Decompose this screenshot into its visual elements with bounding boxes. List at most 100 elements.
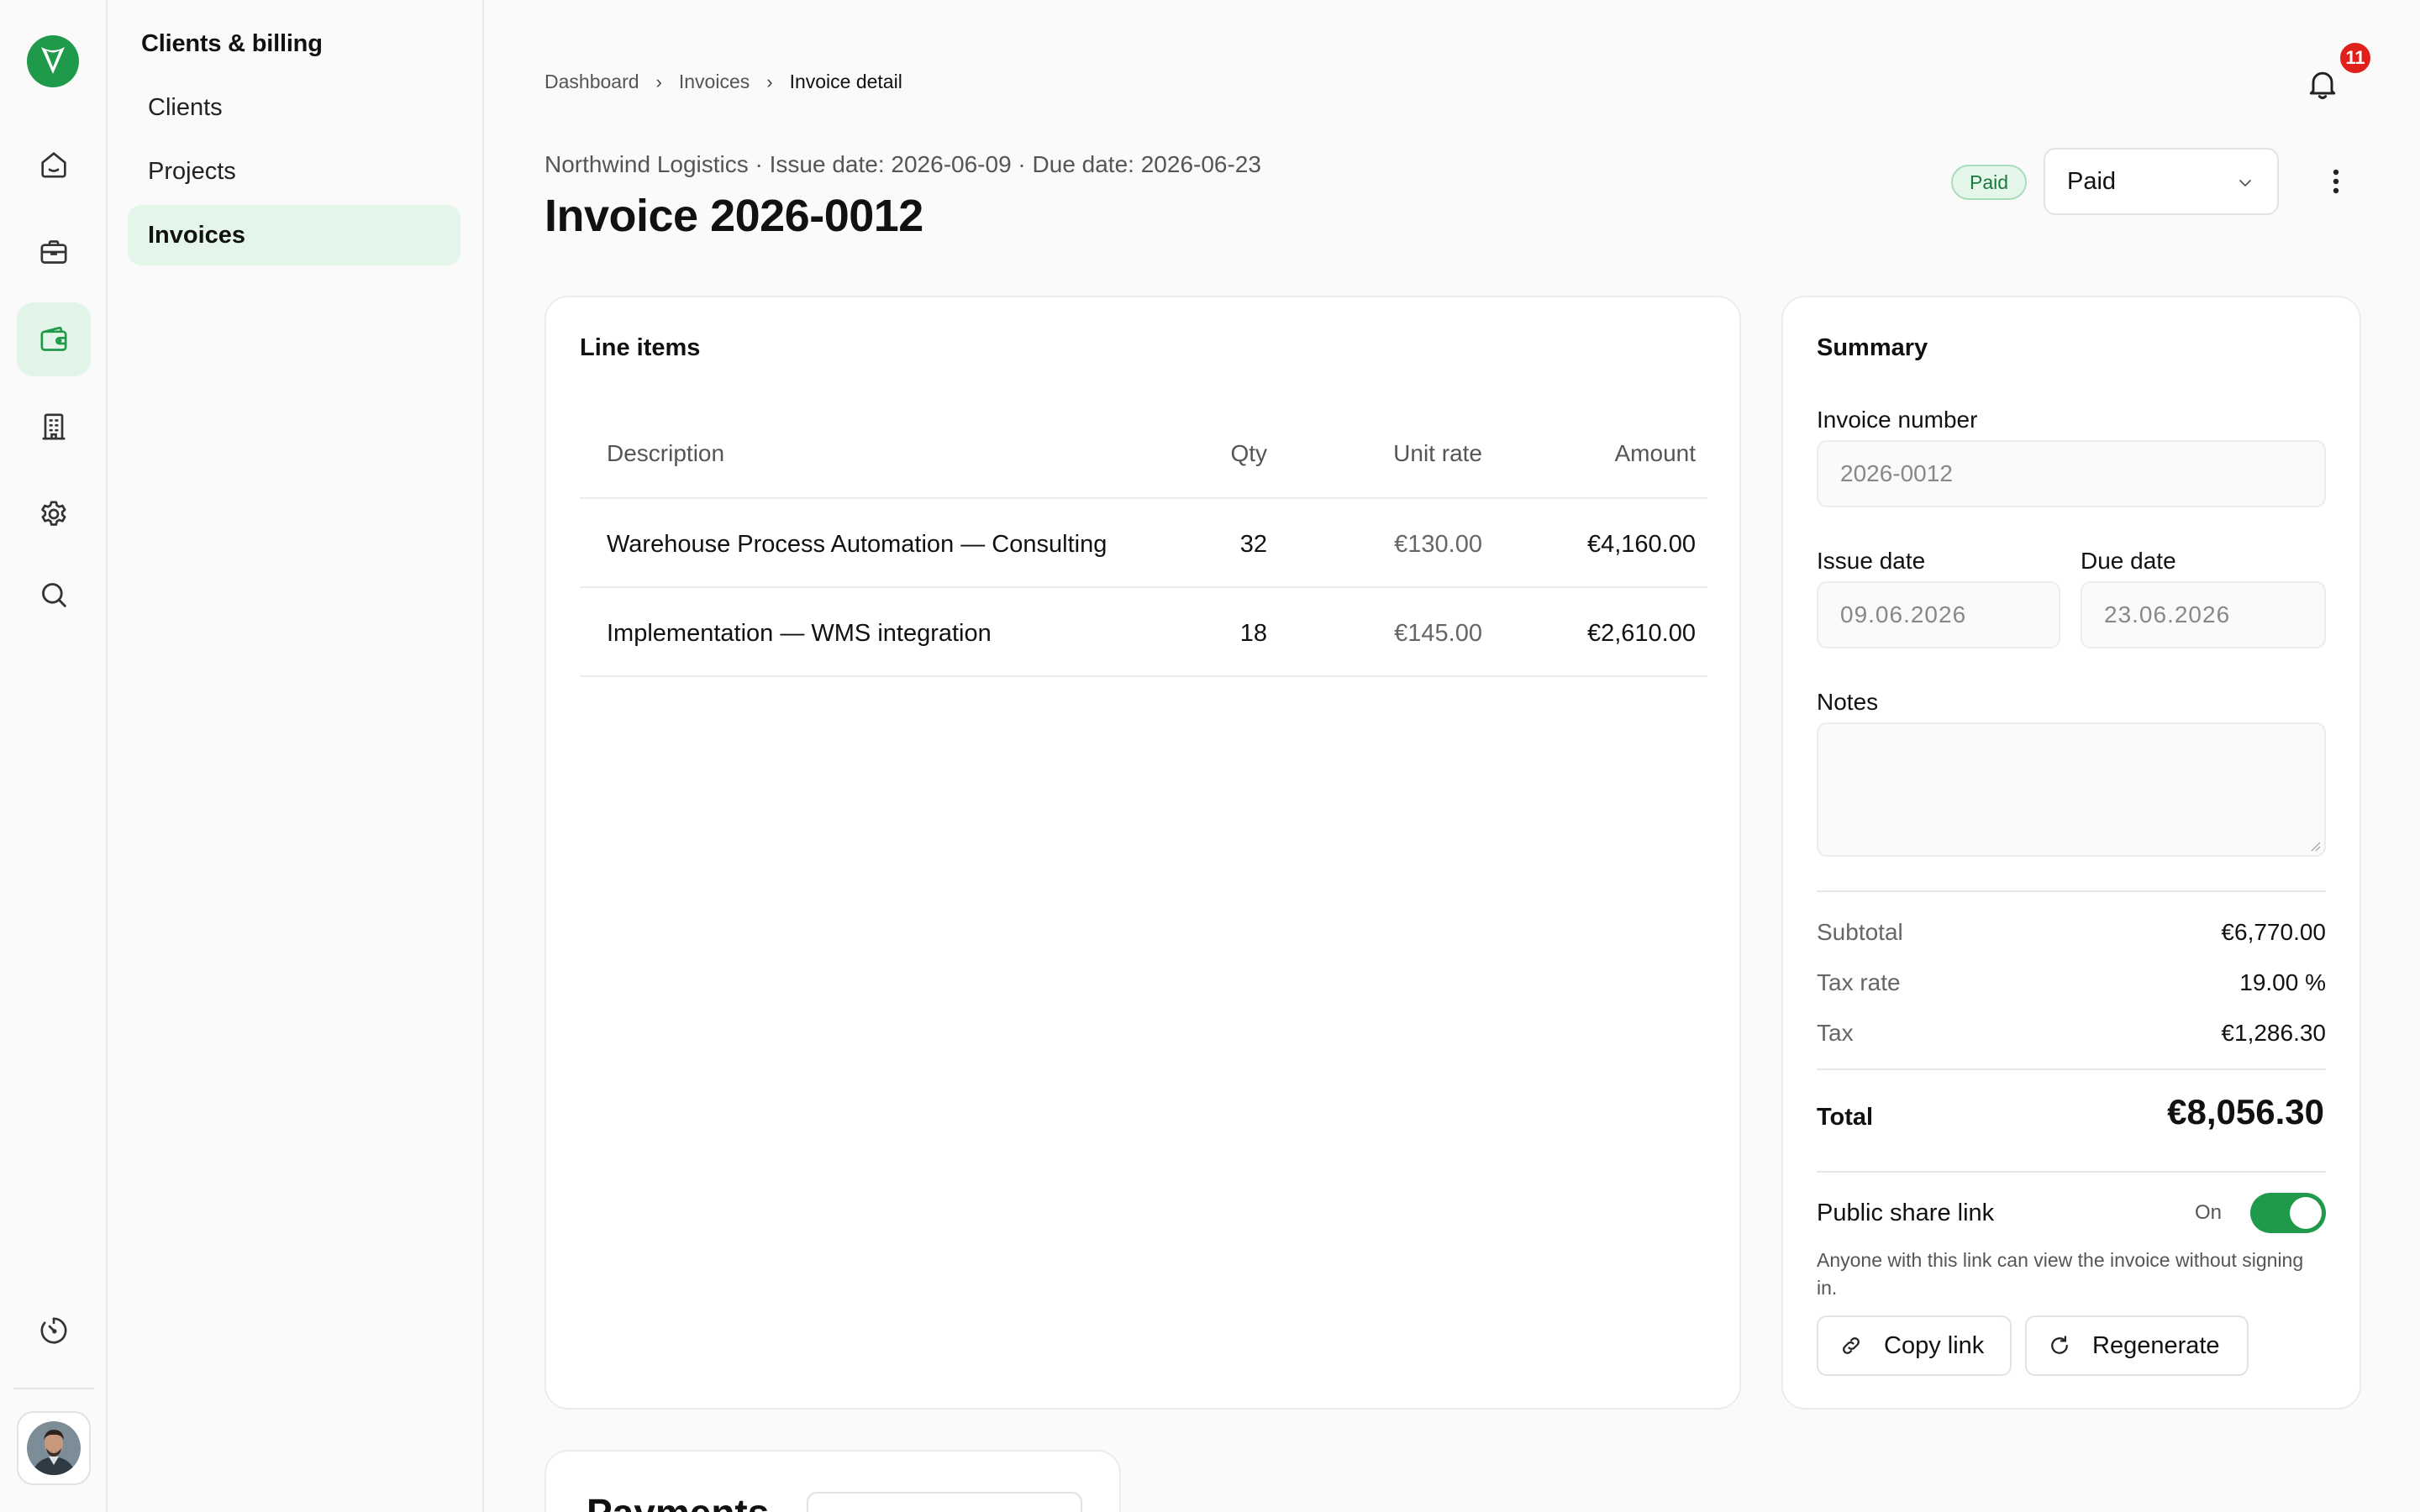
- line-items-table: Description Qty Unit rate Amount Warehou…: [580, 407, 1707, 677]
- table-row[interactable]: Implementation — WMS integration 18 €145…: [580, 588, 1707, 677]
- row-qty: 32: [1239, 531, 1267, 558]
- chevron-right-icon: ›: [766, 71, 773, 92]
- summary-card: Summary Invoice number 2026-0012 Issue d…: [1781, 296, 2361, 1410]
- rail-billing[interactable]: [17, 302, 91, 376]
- breadcrumb-invoices[interactable]: Invoices: [679, 71, 750, 93]
- public-share-label: Public share link: [1817, 1200, 1995, 1226]
- public-share-help: Anyone with this link can view the invoi…: [1817, 1249, 2304, 1299]
- summary-divider: [1817, 1068, 2326, 1070]
- sidebar-item-label: Invoices: [148, 221, 246, 249]
- resize-handle-icon[interactable]: [2307, 838, 2321, 852]
- public-share-toggle[interactable]: [2250, 1193, 2326, 1233]
- link-icon: [1843, 1337, 1860, 1354]
- sidebar-item-label: Clients: [148, 93, 223, 121]
- notification-count-badge: 11: [2338, 40, 2373, 76]
- rail-divider: [13, 1388, 94, 1389]
- status-badge: Paid: [1951, 165, 2028, 200]
- payments-control[interactable]: [807, 1492, 1082, 1512]
- tax-rate-row: Tax rate 19.00 %: [1817, 969, 2326, 1003]
- row-rate: €145.00: [1394, 620, 1482, 647]
- due-date-input[interactable]: 23.06.2026: [2081, 581, 2326, 648]
- invoice-number-input[interactable]: 2026-0012: [1817, 440, 2326, 507]
- summary-divider: [1817, 890, 2326, 892]
- issue-date-input[interactable]: 09.06.2026: [1817, 581, 2060, 648]
- avatar-image: [27, 1421, 81, 1475]
- rail-home[interactable]: [17, 128, 91, 202]
- column-header-qty: Qty: [1230, 440, 1267, 466]
- refresh-icon: [2051, 1336, 2068, 1354]
- copy-link-label: Copy link: [1884, 1331, 1985, 1359]
- table-row[interactable]: Warehouse Process Automation — Consultin…: [580, 499, 1707, 588]
- row-amount: €4,160.00: [1586, 531, 1696, 558]
- user-avatar[interactable]: [17, 1411, 91, 1485]
- breadcrumb-current: Invoice detail: [789, 71, 902, 92]
- tax-rate-label: Tax rate: [1817, 969, 1901, 995]
- rail-projects[interactable]: [17, 215, 91, 289]
- copy-link-button[interactable]: Copy link: [1817, 1315, 2012, 1376]
- toggle-knob: [2290, 1197, 2322, 1229]
- row-amount: €2,610.00: [1586, 620, 1696, 647]
- table-header: Description Qty Unit rate Amount: [580, 407, 1707, 499]
- page-title: Invoice 2026-0012: [544, 191, 923, 241]
- line-items-card: Line items Description Qty Unit rate Amo…: [544, 296, 1741, 1410]
- breadcrumb: Dashboard › Invoices › Invoice detail: [544, 71, 902, 93]
- row-description: Implementation — WMS integration: [607, 620, 992, 647]
- rail-time-tracking[interactable]: [17, 1294, 91, 1368]
- regenerate-label: Regenerate: [2092, 1331, 2220, 1359]
- row-qty: 18: [1239, 620, 1267, 647]
- home-icon: [41, 152, 66, 178]
- due-date-label: Due date: [2081, 548, 2176, 574]
- line-items-title: Line items: [580, 334, 701, 361]
- column-header-description: Description: [607, 440, 725, 466]
- summary-title: Summary: [1817, 334, 1928, 361]
- regenerate-button[interactable]: Regenerate: [2025, 1315, 2249, 1376]
- sidebar-item-projects[interactable]: Projects: [128, 141, 460, 202]
- breadcrumb-dashboard[interactable]: Dashboard: [544, 71, 639, 93]
- rail-settings[interactable]: [17, 477, 91, 551]
- wallet-icon: [40, 326, 67, 351]
- briefcase-icon: [40, 240, 67, 264]
- invoice-number-label: Invoice number: [1817, 407, 1978, 433]
- public-share-state: On: [2195, 1201, 2223, 1224]
- payments-title: Payments: [587, 1490, 769, 1512]
- more-options-icon[interactable]: [2319, 165, 2353, 198]
- icon-rail: [0, 0, 108, 1512]
- tax-label: Tax: [1817, 1020, 1854, 1046]
- column-header-amount: Amount: [1614, 440, 1697, 466]
- brand-logo-icon[interactable]: [27, 35, 79, 87]
- status-select-value: Paid: [2067, 167, 2117, 195]
- secondary-sidebar: Clients & billing Clients Projects Invoi…: [108, 0, 484, 1512]
- sidebar-item-invoices[interactable]: Invoices: [128, 205, 460, 265]
- building-icon: [42, 413, 66, 440]
- row-rate: €130.00: [1394, 531, 1482, 558]
- search-icon: [42, 583, 66, 607]
- tax-rate-value: 19.00 %: [2239, 969, 2326, 995]
- timer-icon: [40, 1317, 67, 1344]
- status-select[interactable]: Paid: [2044, 148, 2279, 215]
- subtotal-row: Subtotal €6,770.00: [1817, 919, 2326, 953]
- subtotal-value: €6,770.00: [2221, 919, 2326, 945]
- payments-card: Payments: [544, 1450, 1121, 1512]
- rail-search[interactable]: [17, 558, 91, 632]
- notes-textarea[interactable]: [1817, 722, 2326, 857]
- total-value: €8,056.30: [2167, 1092, 2324, 1131]
- rail-companies[interactable]: [17, 390, 91, 464]
- column-header-rate: Unit rate: [1393, 440, 1482, 466]
- total-label: Total: [1817, 1104, 1874, 1131]
- sidebar-group-title: Clients & billing: [141, 30, 323, 57]
- subtotal-label: Subtotal: [1817, 919, 1903, 945]
- row-description: Warehouse Process Automation — Consultin…: [607, 531, 1107, 558]
- sidebar-item-clients[interactable]: Clients: [128, 77, 460, 138]
- notes-label: Notes: [1817, 689, 1879, 715]
- gear-icon: [41, 501, 66, 526]
- chevron-right-icon: ›: [655, 71, 662, 92]
- issue-date-label: Issue date: [1817, 548, 1926, 574]
- bell-icon: [2309, 71, 2336, 99]
- sidebar-item-label: Projects: [148, 157, 236, 185]
- main-content: Dashboard › Invoices › Invoice detail 11…: [486, 0, 2420, 1512]
- tax-value: €1,286.30: [2221, 1020, 2326, 1046]
- summary-divider: [1817, 1171, 2326, 1173]
- invoice-meta: Northwind Logistics · Issue date: 2026-0…: [544, 151, 1261, 177]
- app-root: Clients & billing Clients Projects Invoi…: [0, 0, 2420, 1512]
- tax-row: Tax €1,286.30: [1817, 1020, 2326, 1053]
